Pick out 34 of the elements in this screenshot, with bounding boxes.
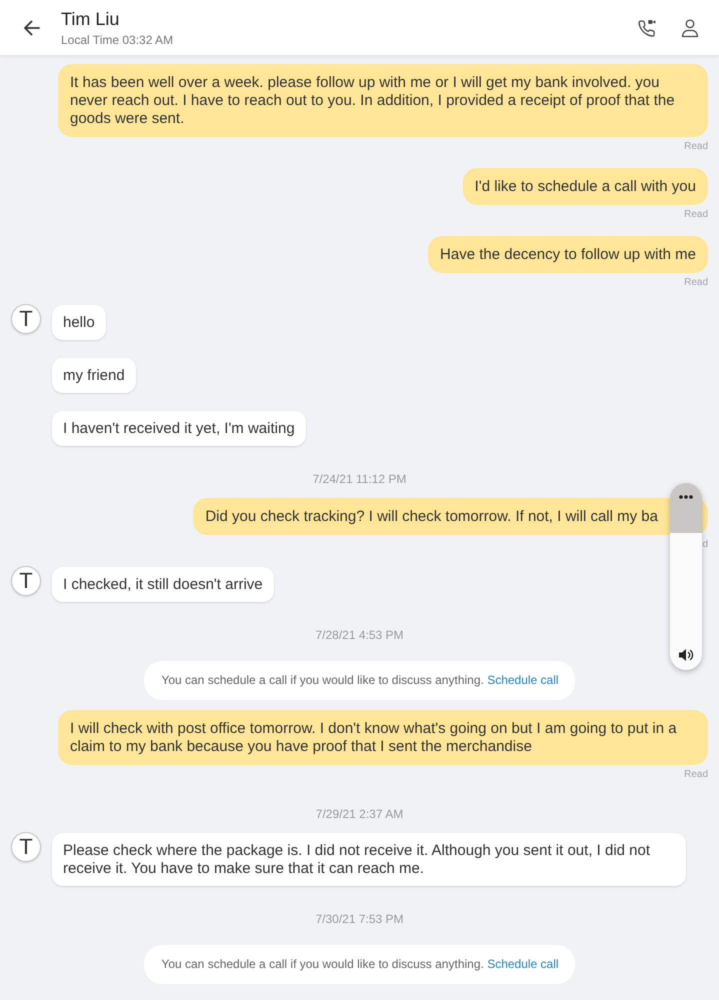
message-bubble: Did you check tracking? I will check tomorrow. If not, I will call my ba — [193, 498, 708, 535]
more-options-button[interactable] — [670, 483, 702, 533]
read-receipt: d — [702, 538, 708, 551]
person-icon[interactable] — [680, 18, 700, 38]
contact-name: Tim Liu — [61, 8, 120, 30]
system-notice: You can schedule a call if you would like to discuss anything. Schedule call — [144, 945, 575, 984]
message-bubble: I will check with post office tomorrow. I don't know what's going on but I am going to put in a claim to my bank because you have proof that I sent the merchandise — [58, 710, 708, 765]
message-bubble: I checked, it still doesn't arrive — [52, 567, 274, 602]
local-time: Local Time 03:32 AM — [61, 32, 174, 46]
read-receipt: Read — [684, 208, 708, 221]
read-receipt: Read — [684, 768, 708, 781]
timestamp: 7/29/21 2:37 AM — [316, 807, 404, 821]
video-call-icon[interactable] — [637, 18, 657, 38]
dots-icon — [679, 495, 693, 499]
system-notice: You can schedule a call if you would like to discuss anything. Schedule call — [144, 661, 575, 700]
timestamp: 7/30/21 7:53 PM — [315, 912, 404, 926]
read-receipt: Read — [684, 276, 708, 289]
timestamp: 7/28/21 4:53 PM — [315, 628, 404, 642]
schedule-call-link[interactable]: Schedule call — [487, 673, 559, 687]
timestamp: 7/24/21 11:12 PM — [312, 472, 406, 486]
message-bubble: Please check where the package is. I did not receive it. Although you sent it out, I did not receive it. You have to make sure that it can reach me. — [52, 833, 686, 886]
avatar: T — [11, 566, 41, 596]
back-icon[interactable] — [22, 18, 42, 38]
message-bubble: hello — [52, 305, 106, 340]
message-bubble: It has been well over a week. please follow up with me or I will get my bank involved. you never reach out. I have to reach out to you. In addition, I provided a receipt of proof that the goods were sent. — [58, 64, 708, 137]
avatar: T — [11, 832, 41, 862]
avatar: T — [11, 304, 41, 334]
message-bubble: Have the decency to follow up with me — [428, 236, 708, 273]
read-receipt: Read — [684, 140, 708, 153]
schedule-call-link[interactable]: Schedule call — [487, 957, 559, 971]
message-bubble: I haven't received it yet, I'm waiting — [52, 411, 306, 446]
message-bubble: my friend — [52, 358, 136, 393]
message-bubble: I'd like to schedule a call with you — [462, 168, 708, 205]
speaker-icon[interactable] — [678, 648, 694, 662]
